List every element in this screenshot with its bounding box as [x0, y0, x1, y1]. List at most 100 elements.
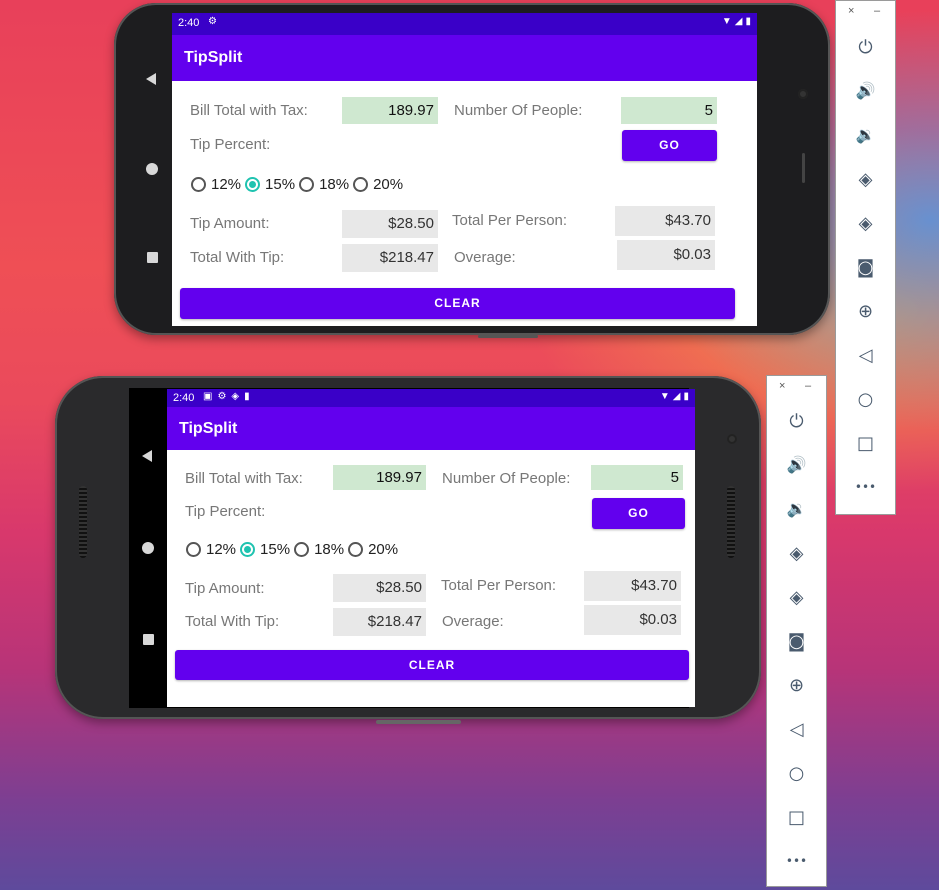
tip-radio-20[interactable]: 20%	[353, 176, 403, 193]
radio-checked-icon	[245, 177, 261, 192]
app-bar: TipSplit	[167, 407, 695, 450]
tip-percent-label: Tip Percent:	[190, 136, 271, 153]
bill-total-input[interactable]: 189.97	[342, 97, 438, 124]
zoom-icon[interactable]: ⊕	[836, 303, 895, 321]
clear-button[interactable]: CLEAR	[175, 650, 689, 680]
device-recents-icon[interactable]	[143, 634, 154, 645]
tip-radio-group: 12% 15% 18% 20%	[191, 176, 407, 193]
radio-checked-icon	[240, 542, 256, 557]
overview-icon[interactable]: □	[767, 809, 826, 827]
status-left-icons: ⚙	[208, 16, 217, 27]
toolbar-titlebar: × –	[767, 380, 826, 394]
status-right-icons: ▼ ◢ ▮	[660, 391, 689, 402]
total-per-person-label: Total Per Person:	[452, 212, 568, 229]
overage-label: Overage:	[442, 613, 504, 630]
app-title: TipSplit	[184, 49, 243, 66]
more-icon[interactable]: •••	[836, 481, 895, 493]
more-icon[interactable]: •••	[767, 855, 826, 867]
go-button[interactable]: GO	[592, 498, 685, 529]
tip-radio-12[interactable]: 12%	[186, 541, 236, 558]
minimize-icon[interactable]: –	[874, 5, 880, 17]
wifi-icon: ▼	[659, 391, 670, 402]
radio-unchecked-icon	[191, 177, 206, 192]
tip-amount-value: $28.50	[333, 574, 426, 602]
number-of-people-label: Number Of People:	[442, 470, 571, 487]
tip-option-label: 18%	[314, 541, 345, 558]
radio-unchecked-icon	[186, 542, 201, 557]
total-with-tip-label: Total With Tip:	[185, 613, 280, 630]
speaker-slot	[802, 153, 805, 183]
device-back-icon[interactable]	[146, 73, 156, 85]
radio-unchecked-icon	[348, 542, 364, 557]
device-side-button	[376, 720, 461, 724]
rotate-right-icon[interactable]: ◈	[836, 215, 895, 233]
total-with-tip-value: $218.47	[342, 244, 438, 272]
close-icon[interactable]: ×	[848, 5, 854, 17]
tip-radio-18[interactable]: 18%	[299, 176, 349, 193]
battery-icon: ▮	[683, 391, 689, 402]
volume-down-icon[interactable]: 🔉	[836, 127, 895, 143]
toolbar-titlebar: × –	[836, 5, 895, 19]
number-of-people-input[interactable]: 5	[621, 97, 717, 124]
go-button[interactable]: GO	[622, 130, 717, 161]
rotate-right-icon[interactable]: ◈	[767, 589, 826, 607]
volume-up-icon[interactable]: 🔊	[767, 457, 826, 473]
tip-radio-12[interactable]: 12%	[191, 176, 241, 193]
app-screen: 2:40 ▣ ⚙ ◈ ▮ ▼ ◢ ▮ TipSplit Bill Total w…	[167, 389, 695, 707]
app-bar: TipSplit	[172, 35, 757, 81]
back-icon[interactable]: ◁	[836, 347, 895, 365]
rotate-left-icon[interactable]: ◈	[767, 545, 826, 563]
total-with-tip-label: Total With Tip:	[190, 249, 285, 266]
emulator-device-2: 2:40 ▣ ⚙ ◈ ▮ ▼ ◢ ▮ TipSplit Bill Total w…	[55, 376, 761, 719]
overage-value: $0.03	[617, 240, 715, 270]
tip-radio-15[interactable]: 15%	[245, 176, 295, 193]
overview-icon[interactable]: □	[836, 435, 895, 453]
app-screen: 2:40 ⚙ ▼ ◢ ▮ TipSplit Bill Total with Ta…	[172, 13, 757, 326]
volume-up-icon[interactable]: 🔊	[836, 83, 895, 99]
tip-radio-20[interactable]: 20%	[348, 541, 398, 558]
tip-amount-label: Tip Amount:	[190, 215, 270, 232]
tip-option-label: 18%	[319, 176, 350, 193]
total-per-person-label: Total Per Person:	[441, 577, 557, 594]
status-bar: 2:40 ▣ ⚙ ◈ ▮ ▼ ◢ ▮	[167, 389, 695, 407]
shield-icon: ◈	[231, 391, 240, 402]
clear-button[interactable]: CLEAR	[180, 288, 735, 319]
emulator-toolbar-1: × – ⏻ 🔊 🔉 ◈ ◈ ◙ ⊕ ◁ ○ □ •••	[835, 0, 896, 515]
power-icon[interactable]: ⏻	[836, 39, 895, 57]
front-camera-icon	[727, 434, 737, 444]
camera-icon[interactable]: ◙	[836, 259, 895, 277]
wifi-icon: ▼	[721, 16, 732, 27]
status-bar: 2:40 ⚙ ▼ ◢ ▮	[172, 13, 757, 35]
volume-down-icon[interactable]: 🔉	[767, 501, 826, 517]
bill-total-label: Bill Total with Tax:	[190, 102, 308, 119]
rotate-left-icon[interactable]: ◈	[836, 171, 895, 189]
device-recents-icon[interactable]	[147, 252, 158, 263]
device-home-icon[interactable]	[142, 542, 154, 554]
close-icon[interactable]: ×	[779, 380, 785, 392]
minimize-icon[interactable]: –	[805, 380, 811, 392]
radio-unchecked-icon	[353, 177, 369, 192]
tip-option-label: 15%	[265, 176, 296, 193]
radio-unchecked-icon	[299, 177, 315, 192]
camera-icon[interactable]: ◙	[767, 633, 826, 651]
tip-option-label: 20%	[373, 176, 404, 193]
tip-option-label: 12%	[206, 541, 237, 558]
tip-radio-18[interactable]: 18%	[294, 541, 344, 558]
number-of-people-label: Number Of People:	[454, 102, 583, 119]
total-per-person-value: $43.70	[584, 571, 681, 601]
device-home-icon[interactable]	[146, 163, 158, 175]
tip-radio-15[interactable]: 15%	[240, 541, 290, 558]
gear-icon: ⚙	[217, 391, 227, 402]
status-right-icons: ▼ ◢ ▮	[722, 16, 751, 27]
home-icon[interactable]: ○	[836, 391, 895, 409]
total-per-person-value: $43.70	[615, 206, 715, 236]
battery-icon: ▮	[745, 16, 751, 27]
back-icon[interactable]: ◁	[767, 721, 826, 739]
number-of-people-input[interactable]: 5	[591, 465, 683, 490]
power-icon[interactable]: ⏻	[767, 413, 826, 431]
home-icon[interactable]: ○	[767, 765, 826, 783]
bill-total-input[interactable]: 189.97	[333, 465, 426, 490]
device-back-icon[interactable]	[142, 450, 152, 462]
zoom-icon[interactable]: ⊕	[767, 677, 826, 695]
emulator-device-1: 2:40 ⚙ ▼ ◢ ▮ TipSplit Bill Total with Ta…	[114, 3, 830, 335]
